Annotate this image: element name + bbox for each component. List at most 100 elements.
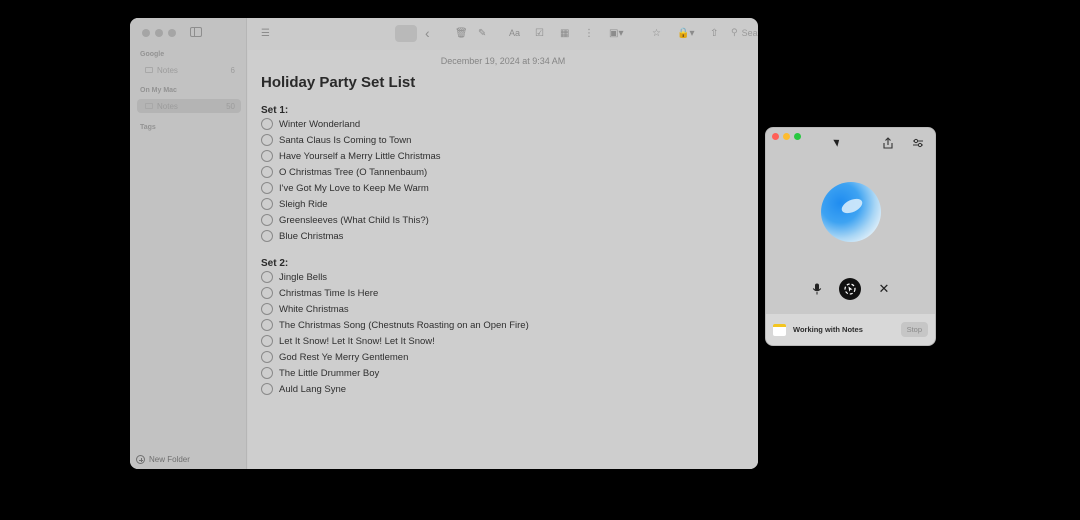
checklist-item[interactable]: I've Got My Love to Keep Me Warm [261,181,429,195]
search-field[interactable]: ⚲ Search [731,27,758,38]
lock-icon[interactable]: 🔒▾ [677,27,694,40]
checklist-item[interactable]: Winter Wonderland [261,117,360,131]
checkbox[interactable] [261,383,273,395]
checklist-item-label: Let It Snow! Let It Snow! Let It Snow! [279,335,435,347]
checklist-item-label: The Little Drummer Boy [279,367,380,379]
microphone-button[interactable] [806,278,828,300]
sidebar-toggle-icon[interactable] [190,27,202,37]
note-title[interactable]: Holiday Party Set List [261,74,415,91]
checklist-item[interactable]: Have Yourself a Merry Little Christmas [261,149,441,163]
section-title-on-my-mac: On My Mac [140,87,177,94]
checkbox[interactable] [261,182,273,194]
checkbox[interactable] [261,303,273,315]
folder-count: 6 [230,65,235,75]
checklist-item-label: Have Yourself a Merry Little Christmas [279,150,441,162]
checklist-item-label: Jingle Bells [279,271,328,283]
minimize-window-button[interactable] [155,29,163,37]
checkbox[interactable] [261,287,273,299]
settings-sliders-icon[interactable] [912,137,924,149]
microphone-icon [812,283,822,295]
checklist-item[interactable]: The Little Drummer Boy [261,366,379,380]
search-icon: ⚲ [731,27,738,37]
checklist-item-label: I've Got My Love to Keep Me Warm [279,182,429,194]
checklist-item[interactable]: Jingle Bells [261,270,327,284]
close-icon[interactable]: ✕ [873,278,895,300]
checklist-item-label: Christmas Time Is Here [279,287,379,299]
sidebar: Google Notes 6 On My Mac Notes 50 Tags N… [130,18,247,469]
panel-zoom-button[interactable] [794,133,801,140]
folder-count: 50 [226,101,235,111]
checkbox[interactable] [261,367,273,379]
audio-icon[interactable]: ⋮ [584,27,594,40]
panel-window-controls [772,133,801,140]
table-icon[interactable]: ▦ [560,27,569,40]
back-icon[interactable]: ‹ [425,26,430,40]
checklist-item[interactable]: God Rest Ye Merry Gentlemen [261,350,408,364]
checklist-item-label: Greensleeves (What Child Is This?) [279,214,429,226]
folder-name: Notes [157,101,178,111]
new-folder-button[interactable]: New Folder [136,455,190,464]
note-editor[interactable]: December 19, 2024 at 9:34 AM Holiday Par… [248,50,758,469]
set-heading: Set 2: [261,258,289,269]
sidebar-item-mac-notes[interactable]: Notes 50 [137,99,241,113]
plus-circle-icon [136,455,145,464]
checklist-item-label: God Rest Ye Merry Gentlemen [279,351,409,363]
search-placeholder: Search [741,27,758,38]
checklist-item[interactable]: Santa Claus Is Coming to Town [261,133,411,147]
format-icon[interactable]: Aa [509,27,520,40]
checkbox[interactable] [261,118,273,130]
mouse-cursor-icon [833,137,842,147]
folder-icon [145,67,153,73]
new-folder-label: New Folder [149,455,190,464]
stop-button[interactable]: Stop [900,322,928,337]
checkbox[interactable] [261,335,273,347]
close-window-button[interactable] [142,29,150,37]
folder-icon [145,103,153,109]
checklist-item-label: Blue Christmas [279,230,344,242]
checklist-item[interactable]: Greensleeves (What Child Is This?) [261,213,429,227]
gallery-view-button[interactable] [395,25,417,42]
checklist-item-label: Winter Wonderland [279,118,361,130]
checkbox[interactable] [261,271,273,283]
task-label: Working with Notes [793,325,863,334]
notes-window: Google Notes 6 On My Mac Notes 50 Tags N… [130,18,758,469]
checkbox[interactable] [261,351,273,363]
checklist-item[interactable]: O Christmas Tree (O Tannenbaum) [261,165,427,179]
trash-icon[interactable]: 🗑 [455,27,468,40]
section-title-google: Google [140,51,165,58]
checklist-item-label: Sleigh Ride [279,198,328,210]
set-heading: Set 1: [261,105,289,116]
checklist-item[interactable]: Auld Lang Syne [261,382,346,396]
checklist-item-label: Santa Claus Is Coming to Town [279,134,412,146]
note-date: December 19, 2024 at 9:34 AM [440,56,566,66]
panel-minimize-button[interactable] [783,133,790,140]
pointer-target-icon [844,283,856,295]
checkbox[interactable] [261,198,273,210]
checkbox[interactable] [261,230,273,242]
sidebar-item-google-notes[interactable]: Notes 6 [137,63,241,77]
checkbox[interactable] [261,166,273,178]
checkbox[interactable] [261,150,273,162]
checkbox[interactable] [261,134,273,146]
checkbox[interactable] [261,319,273,331]
share-icon[interactable] [882,137,894,149]
checkbox[interactable] [261,214,273,226]
checklist-item-label: The Christmas Song (Chestnuts Roasting o… [279,319,529,331]
checklist-item[interactable]: White Christmas [261,302,349,316]
panel-close-button[interactable] [772,133,779,140]
list-view-icon[interactable]: ☰ [261,27,270,40]
checklist-item[interactable]: Sleigh Ride [261,197,328,211]
zoom-window-button[interactable] [168,29,176,37]
checklist-item-label: White Christmas [279,303,349,315]
take-control-button[interactable] [839,278,861,300]
notes-app-icon [773,323,786,336]
checklist-item[interactable]: The Christmas Song (Chestnuts Roasting o… [261,318,529,332]
checklist-item[interactable]: Christmas Time Is Here [261,286,378,300]
checklist-icon[interactable]: ☑ [535,27,544,40]
share-icon[interactable]: ⇧ [710,27,718,40]
collaborate-icon[interactable]: ☆ [652,27,661,40]
checklist-item[interactable]: Let It Snow! Let It Snow! Let It Snow! [261,334,435,348]
compose-icon[interactable]: ✎ [478,27,486,40]
media-icon[interactable]: ▣▾ [609,27,623,40]
checklist-item[interactable]: Blue Christmas [261,229,343,243]
